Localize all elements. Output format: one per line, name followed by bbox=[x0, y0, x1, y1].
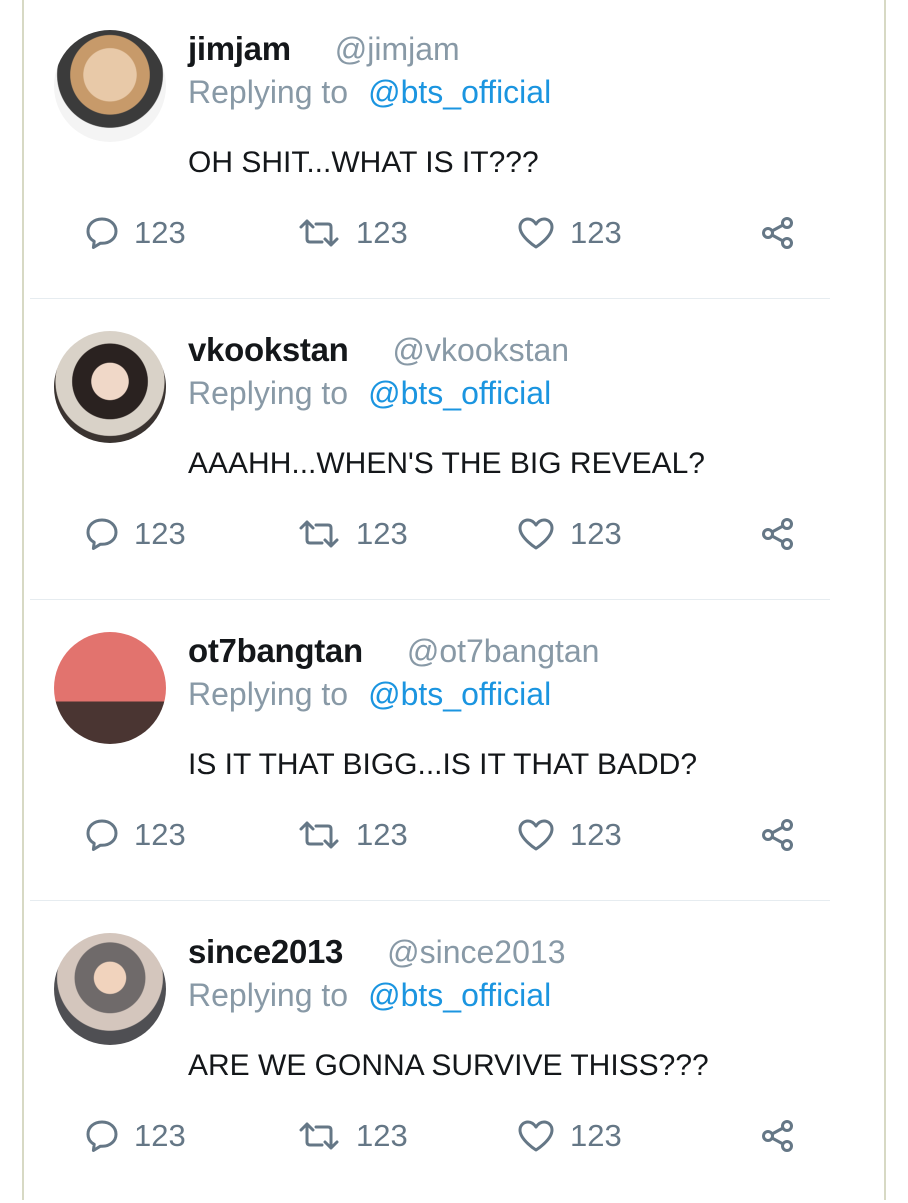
tweet-header: ot7bangtan @ot7bangtan bbox=[188, 632, 599, 670]
retweet-count: 123 bbox=[356, 516, 408, 551]
replying-to: Replying to @bts_official bbox=[188, 676, 551, 713]
reply-count: 123 bbox=[134, 215, 186, 250]
reply-tweet[interactable]: ot7bangtan @ot7bangtan Replying to @bts_of… bbox=[24, 602, 884, 902]
reply-thread: jimjam @jimjam Replying to @bts_official O… bbox=[0, 0, 908, 1200]
retweet-button[interactable]: 123 bbox=[296, 511, 408, 557]
like-count: 123 bbox=[570, 215, 622, 250]
retweet-icon bbox=[296, 1118, 342, 1154]
retweet-button[interactable]: 123 bbox=[296, 812, 408, 858]
reply-icon bbox=[84, 215, 120, 251]
replying-to-label: Replying to bbox=[188, 375, 349, 411]
user-handle[interactable]: @jimjam bbox=[335, 31, 460, 67]
avatar[interactable] bbox=[54, 30, 166, 142]
replying-to: Replying to @bts_official bbox=[188, 74, 551, 111]
user-handle[interactable]: @since2013 bbox=[387, 934, 565, 970]
reply-count: 123 bbox=[134, 817, 186, 852]
user-handle[interactable]: @ot7bangtan bbox=[407, 633, 600, 669]
like-count: 123 bbox=[570, 1118, 622, 1153]
share-icon bbox=[760, 1118, 796, 1154]
tweet-actions: 123 123 123 bbox=[84, 511, 824, 557]
replying-to-label: Replying to bbox=[188, 977, 349, 1013]
avatar[interactable] bbox=[54, 933, 166, 1045]
display-name[interactable]: vkookstan bbox=[188, 331, 349, 368]
like-button[interactable]: 123 bbox=[516, 1113, 622, 1159]
replying-to-label: Replying to bbox=[188, 74, 349, 110]
reply-icon bbox=[84, 817, 120, 853]
replying-to-label: Replying to bbox=[188, 676, 349, 712]
display-name[interactable]: jimjam bbox=[188, 30, 291, 67]
reply-button[interactable]: 123 bbox=[84, 1113, 186, 1159]
retweet-icon bbox=[296, 817, 342, 853]
like-button[interactable]: 123 bbox=[516, 210, 622, 256]
like-count: 123 bbox=[570, 516, 622, 551]
tweet-header: vkookstan @vkookstan bbox=[188, 331, 569, 369]
heart-icon bbox=[516, 1118, 556, 1154]
share-icon bbox=[760, 516, 796, 552]
retweet-count: 123 bbox=[356, 1118, 408, 1153]
like-button[interactable]: 123 bbox=[516, 812, 622, 858]
heart-icon bbox=[516, 516, 556, 552]
like-button[interactable]: 123 bbox=[516, 511, 622, 557]
avatar[interactable] bbox=[54, 331, 166, 443]
share-icon bbox=[760, 215, 796, 251]
heart-icon bbox=[516, 817, 556, 853]
share-button[interactable] bbox=[760, 210, 796, 256]
replying-to-link[interactable]: @bts_official bbox=[368, 74, 551, 110]
retweet-count: 123 bbox=[356, 215, 408, 250]
retweet-icon bbox=[296, 516, 342, 552]
retweet-count: 123 bbox=[356, 817, 408, 852]
tweet-actions: 123 123 123 bbox=[84, 812, 824, 858]
tweet-text: OH SHIT...WHAT IS IT??? bbox=[188, 146, 539, 179]
replying-to-link[interactable]: @bts_official bbox=[368, 375, 551, 411]
user-handle[interactable]: @vkookstan bbox=[393, 332, 570, 368]
share-button[interactable] bbox=[760, 1113, 796, 1159]
reply-tweet[interactable]: vkookstan @vkookstan Replying to @bts_offi… bbox=[24, 301, 884, 601]
tweet-header: jimjam @jimjam bbox=[188, 30, 460, 68]
share-button[interactable] bbox=[760, 511, 796, 557]
replying-to-link[interactable]: @bts_official bbox=[368, 977, 551, 1013]
tweet-text: ARE WE GONNA SURVIVE THISS??? bbox=[188, 1049, 709, 1082]
reply-button[interactable]: 123 bbox=[84, 511, 186, 557]
reply-count: 123 bbox=[134, 1118, 186, 1153]
share-icon bbox=[760, 817, 796, 853]
replying-to: Replying to @bts_official bbox=[188, 977, 551, 1014]
retweet-button[interactable]: 123 bbox=[296, 210, 408, 256]
display-name[interactable]: since2013 bbox=[188, 933, 343, 970]
reply-count: 123 bbox=[134, 516, 186, 551]
tweet-actions: 123 123 123 bbox=[84, 210, 824, 256]
retweet-icon bbox=[296, 215, 342, 251]
display-name[interactable]: ot7bangtan bbox=[188, 632, 363, 669]
tweet-actions: 123 123 123 bbox=[84, 1113, 824, 1159]
tweet-text: AAAHH...WHEN'S THE BIG REVEAL? bbox=[188, 447, 705, 480]
tweet-header: since2013 @since2013 bbox=[188, 933, 565, 971]
right-border bbox=[884, 0, 886, 1200]
divider bbox=[30, 298, 830, 299]
replying-to-link[interactable]: @bts_official bbox=[368, 676, 551, 712]
reply-button[interactable]: 123 bbox=[84, 812, 186, 858]
avatar[interactable] bbox=[54, 632, 166, 744]
reply-tweet[interactable]: since2013 @since2013 Replying to @bts_offi… bbox=[24, 903, 884, 1203]
divider bbox=[30, 900, 830, 901]
reply-button[interactable]: 123 bbox=[84, 210, 186, 256]
reply-icon bbox=[84, 516, 120, 552]
share-button[interactable] bbox=[760, 812, 796, 858]
divider bbox=[30, 599, 830, 600]
retweet-button[interactable]: 123 bbox=[296, 1113, 408, 1159]
reply-tweet[interactable]: jimjam @jimjam Replying to @bts_official O… bbox=[24, 0, 884, 300]
reply-icon bbox=[84, 1118, 120, 1154]
heart-icon bbox=[516, 215, 556, 251]
tweet-text: IS IT THAT BIGG...IS IT THAT BADD? bbox=[188, 748, 698, 781]
replying-to: Replying to @bts_official bbox=[188, 375, 551, 412]
like-count: 123 bbox=[570, 817, 622, 852]
